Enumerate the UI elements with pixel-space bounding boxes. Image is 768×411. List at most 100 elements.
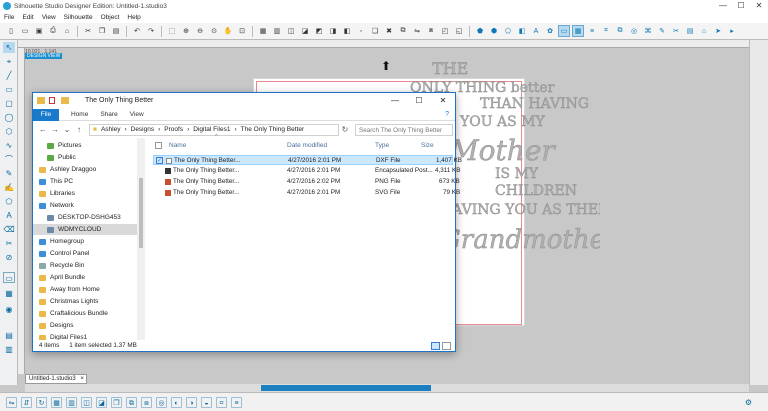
nav-item-designs[interactable]: Designs <box>39 320 73 331</box>
nav-item-user[interactable]: Ashley Draggoo <box>39 164 96 175</box>
vertical-scrollbar[interactable] <box>749 40 768 385</box>
open-icon[interactable]: ▭ <box>19 26 31 37</box>
explorer-minimize-button[interactable]: — <box>383 93 407 109</box>
cut-settings-icon[interactable]: ✂ <box>670 25 682 37</box>
delete-icon[interactable]: ✖ <box>383 26 395 37</box>
mirror-icon-2[interactable]: ⧉ <box>126 396 137 408</box>
column-size[interactable]: Size <box>421 140 434 152</box>
document-tab[interactable]: Untitled-1.studio3 × <box>25 374 87 384</box>
image-effects-icon[interactable]: ✿ <box>544 25 556 37</box>
library-icon[interactable]: ▤ <box>684 25 696 37</box>
compound-icon[interactable]: ◫ <box>81 396 92 408</box>
settings-gear-icon[interactable]: ⚙ <box>745 398 752 407</box>
flip-horizontal-icon[interactable]: ⇋ <box>6 396 17 408</box>
crop-icon[interactable]: ⌗ <box>216 396 227 408</box>
back-arrow-icon[interactable]: ← <box>37 125 49 134</box>
copy-icon[interactable]: ❐ <box>96 26 108 37</box>
column-date[interactable]: Date modified <box>287 140 327 152</box>
quick-access-icon[interactable] <box>49 97 55 104</box>
menu-edit[interactable]: Edit <box>22 14 33 21</box>
menu-file[interactable]: File <box>4 14 14 21</box>
store-icon[interactable]: ⌂ <box>698 25 710 37</box>
nav-item-this-pc[interactable]: This PC <box>39 176 73 187</box>
layers-icon[interactable]: ▥ <box>3 344 15 355</box>
fit-page-icon[interactable]: ⊡ <box>236 26 248 37</box>
forward-arrow-icon[interactable]: → <box>49 125 61 134</box>
menu-silhouette[interactable]: Silhouette <box>64 14 93 21</box>
nav-item-desktop[interactable]: DESKTOP-DSHG453 <box>47 212 121 223</box>
breadcrumb-5[interactable]: The Only Thing Better <box>241 126 304 133</box>
undo-icon[interactable]: ↶ <box>131 26 143 37</box>
rounded-rect-icon[interactable]: ▢ <box>3 98 15 109</box>
breadcrumb-2[interactable]: Designs <box>131 126 154 133</box>
save-icon[interactable]: ▣ <box>33 26 45 37</box>
send-backward-icon[interactable]: ◦ <box>355 26 367 37</box>
select-tool-icon[interactable]: ↖ <box>3 42 15 53</box>
rectangle-tool-icon[interactable]: ▭ <box>3 84 15 95</box>
knockout-icon[interactable]: ◎ <box>156 396 167 408</box>
help-icon[interactable]: ? <box>445 111 449 118</box>
nav-item-pictures[interactable]: Pictures <box>47 140 81 151</box>
flip-vertical-icon[interactable]: ⇵ <box>21 396 32 408</box>
nav-item-wdmycloud[interactable]: WDMYCLOUD <box>33 224 137 235</box>
nav-item-homegroup[interactable]: Homegroup <box>39 236 84 247</box>
nav-item-control-panel[interactable]: Control Panel <box>39 248 89 259</box>
up-arrow-icon[interactable]: ↑ <box>73 125 85 134</box>
menu-help[interactable]: Help <box>127 14 140 21</box>
close-button[interactable]: ✕ <box>750 0 768 12</box>
mirror-icon[interactable]: ⇋ <box>411 26 423 37</box>
shape-tool-icon[interactable]: ⬠ <box>3 196 15 207</box>
ribbon-share-tab[interactable]: Share <box>100 111 117 118</box>
paste-icon[interactable]: ▤ <box>110 26 122 37</box>
nav-scroll-thumb[interactable] <box>139 178 143 248</box>
library-page-icon[interactable]: ▦ <box>3 288 15 299</box>
send-back-icon[interactable]: ◨ <box>327 26 339 37</box>
address-bar[interactable]: ■ Ashley › Designs › Proofs › Digital Files… <box>89 123 339 136</box>
rotate-icon[interactable]: ↻ <box>36 396 47 408</box>
offset-icon[interactable]: ◰ <box>439 26 451 37</box>
menu-view[interactable]: View <box>42 14 56 21</box>
zoom-select-icon[interactable]: ⊙ <box>208 26 220 37</box>
eraser-tool-icon[interactable]: ⌫ <box>3 224 15 235</box>
panel-toggle-icon[interactable]: ▸ <box>726 25 738 37</box>
eyedropper-icon[interactable]: ⊘ <box>3 252 15 263</box>
details-view-icon[interactable] <box>431 342 440 350</box>
ribbon-view-tab[interactable]: View <box>130 111 144 118</box>
maximize-button[interactable]: ☐ <box>732 0 750 12</box>
offset-panel-icon[interactable]: ⌘ <box>642 25 654 37</box>
design-page-icon[interactable]: ▭ <box>3 272 15 283</box>
polygon-tool-icon[interactable]: ⬡ <box>3 126 15 137</box>
breadcrumb-4[interactable]: Digital Files1 <box>193 126 230 133</box>
release-icon[interactable]: ◪ <box>96 396 107 408</box>
send-to-silhouette-icon[interactable]: ⌂ <box>61 26 73 37</box>
ungroup-icon-2[interactable]: ▥ <box>66 396 77 408</box>
recent-dropdown-icon[interactable]: ⌄ <box>61 125 73 134</box>
ribbon-file-tab[interactable]: File <box>33 108 59 121</box>
horizontal-scrollbar[interactable] <box>25 384 749 392</box>
divide-icon[interactable]: ◒ <box>201 396 212 408</box>
file-row[interactable]: The Only Thing Better... 4/27/2016 2:01 … <box>153 166 460 176</box>
ribbon-home-tab[interactable]: Home <box>71 111 88 118</box>
nav-item-craftalicious[interactable]: Craftalicious Bundle <box>39 308 108 319</box>
bring-front-icon[interactable]: ◩ <box>313 26 325 37</box>
page-setup-icon[interactable]: ▭ <box>558 25 570 37</box>
breadcrumb-3[interactable]: Proofs <box>164 126 183 133</box>
align-icon-2[interactable]: ≡ <box>231 396 242 408</box>
release-compound-icon[interactable]: ◪ <box>299 26 311 37</box>
large-icons-view-icon[interactable] <box>442 342 451 350</box>
column-type[interactable]: Type <box>375 140 389 152</box>
nav-scrollbar[interactable] <box>137 138 145 340</box>
shape-panel-icon[interactable]: ⬟ <box>474 25 486 37</box>
weld-icon[interactable]: ⧈ <box>425 26 437 37</box>
pan-icon[interactable]: ✋ <box>222 26 234 37</box>
line-tool-icon[interactable]: ╱ <box>3 70 15 81</box>
edit-points-icon[interactable]: ⌖ <box>3 56 15 67</box>
nav-item-digital-files[interactable]: Digital Files1 <box>39 332 87 340</box>
line-style-icon[interactable]: ◧ <box>516 25 528 37</box>
file-row[interactable]: The Only Thing Better... 4/27/2016 2:01 … <box>153 188 460 198</box>
transform-icon[interactable]: ⌗ <box>600 25 612 37</box>
duplicate-icon[interactable]: ❏ <box>369 26 381 37</box>
nav-item-libraries[interactable]: Libraries <box>39 188 75 199</box>
document-tab-close-icon[interactable]: × <box>80 376 84 382</box>
nav-item-recycle-bin[interactable]: Recycle Bin <box>39 260 84 271</box>
